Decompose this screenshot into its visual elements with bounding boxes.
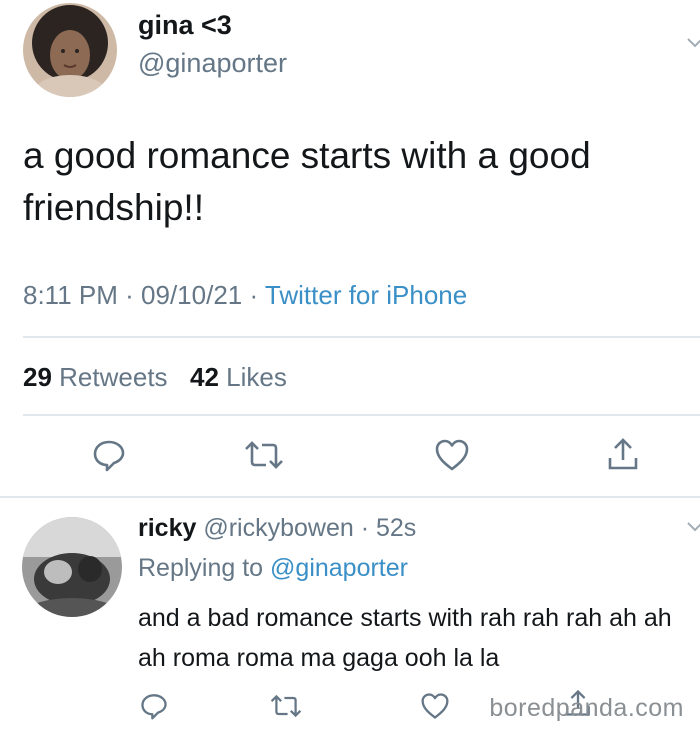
comment-icon[interactable] [92, 438, 126, 472]
chevron-down-icon[interactable] [686, 520, 700, 534]
replying-mention[interactable]: @ginaporter [270, 554, 408, 582]
meta-separator: · [249, 280, 265, 310]
replying-to: Replying to @ginaporter [138, 554, 408, 583]
tweet-actions [0, 436, 700, 476]
watermark: boredpanda.com [489, 694, 684, 722]
share-icon[interactable] [606, 436, 640, 472]
like-stat[interactable]: 42 Likes [190, 362, 287, 392]
retweets-label: Retweets [59, 362, 168, 392]
likes-label: Likes [226, 362, 287, 392]
divider [0, 496, 700, 498]
reply-time[interactable]: 52s [376, 514, 416, 542]
tweet-meta: 8:11 PM · 09/10/21 · Twitter for iPhone [23, 280, 467, 311]
replying-prefix: Replying to [138, 554, 264, 582]
divider [23, 336, 700, 338]
likes-count: 42 [190, 362, 219, 392]
author-handle[interactable]: @ginaporter [138, 48, 287, 79]
meta-separator: · [125, 280, 142, 310]
meta-separator: · [353, 514, 376, 542]
reply-author-name[interactable]: ricky [138, 514, 196, 542]
retweet-icon[interactable] [270, 694, 302, 718]
divider [23, 414, 700, 416]
tweet-source[interactable]: Twitter for iPhone [265, 280, 467, 310]
tweet-time[interactable]: 8:11 PM [23, 280, 118, 310]
author-avatar[interactable] [23, 3, 117, 97]
retweet-stat[interactable]: 29 Retweets [23, 362, 168, 392]
heart-icon[interactable] [420, 692, 450, 720]
retweet-icon[interactable] [244, 440, 284, 470]
comment-icon[interactable] [140, 692, 168, 720]
reply-author-avatar[interactable] [22, 517, 122, 617]
chevron-down-icon[interactable] [686, 36, 700, 50]
reply-author-handle[interactable]: @rickybowen [203, 514, 353, 542]
tweet-date[interactable]: 09/10/21 [141, 280, 242, 310]
reply-header: ricky @rickybowen · 52s [138, 514, 416, 543]
tweet-text: a good romance starts with a good friend… [23, 135, 591, 228]
tweet-stats: 29 Retweets 42 Likes [23, 362, 287, 393]
reply-text: and a bad romance starts with rah rah ra… [138, 604, 672, 672]
heart-icon[interactable] [434, 438, 470, 472]
screenshot-frame: gina <3 @ginaporter a good romance start… [0, 0, 700, 732]
author-name[interactable]: gina <3 [138, 10, 232, 41]
retweets-count: 29 [23, 362, 52, 392]
